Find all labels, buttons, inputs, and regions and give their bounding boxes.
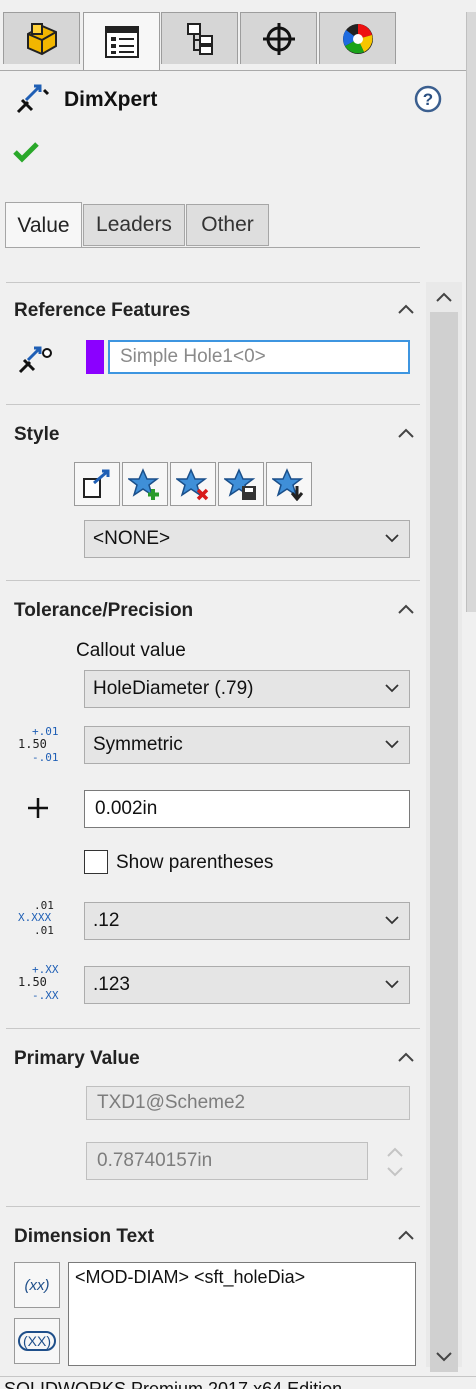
load-style-button[interactable] — [266, 462, 312, 506]
primary-precision-icon: .01 X.XXX .01 — [18, 900, 62, 940]
tolerance-precision-icon-nominal: 1.50 — [18, 975, 47, 989]
style-select-value: <NONE> — [93, 528, 171, 549]
add-style-button[interactable] — [122, 462, 168, 506]
collapse-chevron-icon[interactable] — [396, 602, 416, 616]
style-select[interactable]: <NONE> — [84, 520, 410, 558]
primary-precision-icon-nominal: X.XXX — [18, 911, 52, 924]
add-parentheses-button-label: (xx) — [24, 1276, 50, 1294]
inspection-dimension-button-label: (XX) — [18, 1331, 56, 1351]
configuration-manager-icon — [186, 22, 213, 55]
primary-precision-select[interactable]: .12 — [84, 902, 410, 940]
primary-precision-icon-upper: .01 — [34, 899, 54, 912]
reference-features-icon — [16, 340, 56, 381]
tolerance-type-select[interactable]: Symmetric — [84, 726, 410, 764]
property-tab-strip — [0, 0, 476, 71]
add-style-icon — [128, 468, 160, 500]
collapse-chevron-icon[interactable] — [396, 1228, 416, 1242]
tolerance-type-icon-upper: +.01 — [32, 725, 59, 738]
tolerance-precision-select-value: .123 — [93, 974, 130, 995]
tolerance-precision-select[interactable]: .123 — [84, 966, 410, 1004]
chevron-down-icon — [385, 916, 399, 925]
feature-manager-icon — [26, 22, 57, 55]
add-parentheses-button[interactable]: (xx) — [14, 1262, 60, 1308]
primary-precision-select-value: .12 — [93, 910, 120, 931]
tolerance-type-select-value: Symmetric — [93, 734, 183, 755]
chevron-down-icon — [385, 684, 399, 693]
save-style-button[interactable] — [218, 462, 264, 506]
ok-checkmark-icon[interactable] — [12, 140, 40, 169]
tolerance-type-icon-nominal: 1.50 — [18, 737, 47, 751]
delete-style-icon — [176, 468, 209, 501]
primary-value-field: 0.78740157in — [86, 1142, 368, 1180]
callout-value-select-value: HoleDiameter (.79) — [93, 678, 254, 699]
display-manager-icon — [342, 23, 373, 54]
configuration-manager-tab[interactable] — [161, 12, 238, 64]
reference-features-heading: Reference Features — [14, 300, 191, 321]
inspection-dimension-button[interactable]: (XX) — [14, 1318, 60, 1364]
dimxpert-manager-tab[interactable] — [240, 12, 317, 64]
section-separator — [6, 282, 420, 283]
delete-style-button[interactable] — [170, 462, 216, 506]
save-style-icon — [224, 468, 256, 500]
display-manager-tab[interactable] — [319, 12, 396, 64]
dimxpert-icon — [14, 82, 52, 121]
tolerance-precision-icon-upper: +.XX — [32, 963, 59, 976]
tab-leaders[interactable]: Leaders — [83, 204, 185, 246]
tab-other[interactable]: Other — [186, 204, 269, 246]
callout-value-label: Callout value — [76, 640, 186, 661]
collapse-chevron-icon[interactable] — [396, 426, 416, 440]
feature-manager-tab[interactable] — [3, 12, 80, 64]
chevron-down-icon — [385, 980, 399, 989]
section-separator — [6, 404, 420, 405]
primary-value-spinner — [382, 1142, 408, 1182]
plus-icon — [26, 796, 50, 825]
chevron-down-icon — [385, 740, 399, 749]
status-bar: SOLIDWORKS Premium 2017 x64 Edition — [0, 1376, 476, 1389]
primary-value-heading: Primary Value — [14, 1048, 140, 1069]
tab-divider — [6, 247, 420, 248]
style-heading: Style — [14, 424, 60, 445]
tolerance-precision-heading: Tolerance/Precision — [14, 600, 194, 621]
selection-color-swatch — [86, 340, 104, 374]
collapse-chevron-icon[interactable] — [396, 302, 416, 316]
plus-tolerance-input[interactable]: 0.002in — [84, 790, 410, 828]
tolerance-precision-icon: +.XX 1.50 -.XX — [18, 964, 62, 1004]
load-style-icon — [272, 468, 304, 501]
property-manager-tab[interactable] — [83, 12, 160, 70]
apply-style-icon — [83, 469, 110, 498]
tab-value[interactable]: Value — [5, 202, 82, 248]
graphics-divider[interactable] — [466, 12, 476, 612]
primary-precision-icon-lower: .01 — [34, 924, 54, 937]
apply-style-button[interactable] — [74, 462, 120, 506]
tolerance-type-icon: +.01 1.50 -.01 — [18, 726, 62, 766]
scroll-up-icon[interactable] — [434, 290, 454, 309]
show-parentheses-label[interactable]: Show parentheses — [116, 852, 273, 874]
dimxpert-manager-icon — [262, 22, 295, 55]
svg-text:?: ? — [423, 90, 433, 109]
scrollbar-thumb[interactable] — [430, 312, 458, 1372]
show-parentheses-checkbox[interactable] — [84, 850, 108, 874]
section-separator — [6, 1206, 420, 1207]
scroll-down-icon[interactable] — [434, 1350, 454, 1369]
primary-value-name-field: TXD1@Scheme2 — [86, 1086, 410, 1120]
dimension-text-heading: Dimension Text — [14, 1226, 155, 1247]
callout-value-select[interactable]: HoleDiameter (.79) — [84, 670, 410, 708]
help-icon[interactable]: ? — [413, 84, 443, 119]
section-separator — [6, 1028, 420, 1029]
reference-features-list[interactable]: Simple Hole1<0> — [108, 340, 410, 374]
tolerance-type-icon-lower: -.01 — [32, 751, 59, 764]
chevron-down-icon — [385, 534, 399, 543]
panel-title: DimXpert — [64, 88, 158, 111]
collapse-chevron-icon[interactable] — [396, 1050, 416, 1064]
dimension-text-editor[interactable]: <MOD-DIAM> <sft_holeDia> — [68, 1262, 416, 1366]
property-manager-icon — [104, 25, 139, 58]
tolerance-precision-icon-lower: -.XX — [32, 989, 59, 1002]
section-separator — [6, 580, 420, 581]
